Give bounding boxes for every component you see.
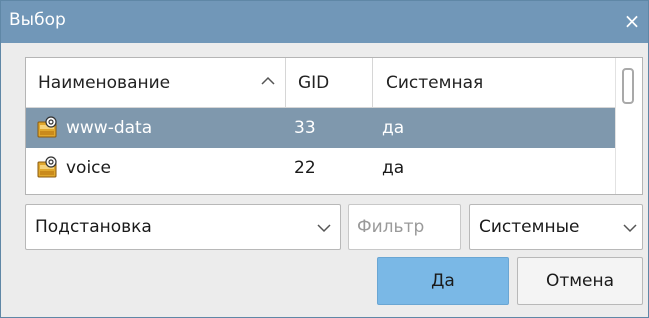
- cancel-button[interactable]: Отмена: [517, 257, 643, 305]
- row-name: www-data: [66, 118, 153, 138]
- row-gid: 33: [294, 118, 316, 138]
- title-bar[interactable]: Выбор ×: [1, 1, 648, 43]
- system-dropdown[interactable]: Системные: [469, 204, 643, 250]
- sort-ascending-icon: [261, 76, 275, 85]
- group-icon: [37, 116, 57, 138]
- close-icon[interactable]: ×: [620, 8, 644, 34]
- row-system: да: [382, 118, 405, 138]
- table-row[interactable]: voice 22 да: [26, 148, 616, 188]
- column-header-system[interactable]: Системная: [373, 58, 616, 108]
- chevron-down-icon: [623, 224, 637, 233]
- dialog-title: Выбор: [9, 10, 66, 30]
- substitution-dropdown[interactable]: Подстановка: [25, 204, 341, 250]
- column-header-name[interactable]: Наименование: [26, 58, 286, 108]
- chevron-down-icon: [317, 224, 331, 233]
- row-name: voice: [66, 158, 111, 178]
- table-row[interactable]: www-data 33 да: [26, 108, 616, 148]
- row-gid: 22: [294, 158, 316, 178]
- scrollbar-thumb[interactable]: [622, 68, 634, 104]
- groups-table: Наименование GID Системная www-data 33 д…: [25, 57, 643, 195]
- row-system: да: [382, 158, 405, 178]
- vertical-scrollbar[interactable]: [615, 58, 642, 194]
- system-value: Системные: [479, 217, 580, 237]
- column-header-label: GID: [298, 73, 330, 93]
- ok-button[interactable]: Да: [377, 257, 509, 305]
- table-header: Наименование GID Системная: [26, 58, 616, 108]
- column-header-gid[interactable]: GID: [286, 58, 373, 108]
- substitution-value: Подстановка: [35, 217, 152, 237]
- column-header-label: Системная: [386, 73, 484, 93]
- group-icon: [37, 156, 57, 178]
- column-header-label: Наименование: [38, 73, 171, 93]
- select-dialog: Выбор × Наименование GID Системная www-d…: [0, 0, 649, 318]
- filter-input[interactable]: [348, 204, 461, 250]
